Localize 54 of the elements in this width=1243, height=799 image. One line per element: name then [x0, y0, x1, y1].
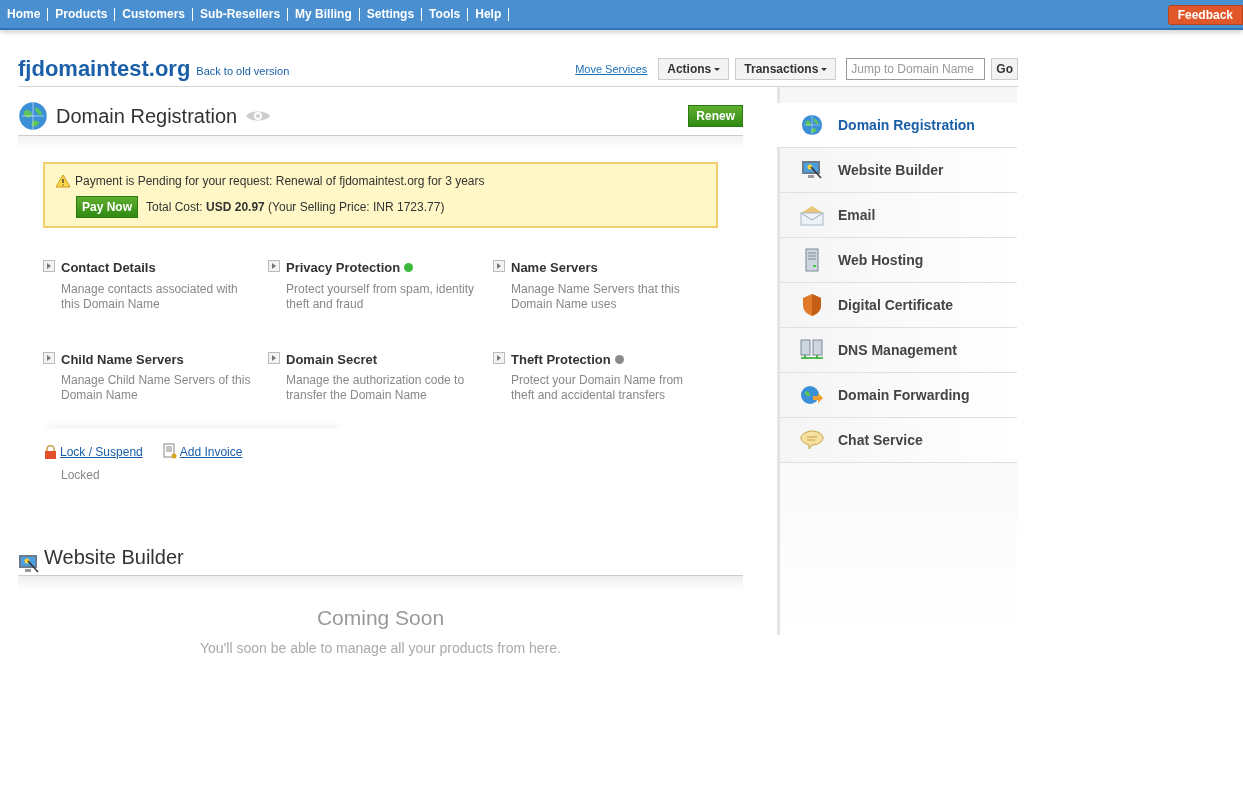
coming-soon-heading: Coming Soon [316, 605, 445, 631]
pay-now-button[interactable]: Pay Now [76, 196, 138, 218]
total-cost-text: Total Cost: USD 20.97 (Your Selling Price: INR 1723.77) [146, 199, 445, 216]
option-description: Protect your Domain Name from theft and accidental transfers [511, 373, 685, 403]
option-title[interactable]: Name Servers [511, 258, 598, 278]
padlock-icon [44, 445, 57, 459]
sidebar-item[interactable]: Domain Forwarding [780, 373, 1017, 418]
option-title[interactable]: Domain Secret [286, 349, 378, 369]
transactions-dropdown[interactable]: Transactions [735, 58, 837, 80]
lock-suspend-link[interactable]: Lock / Suspend [60, 443, 143, 461]
invoice-icon [162, 443, 177, 459]
option-title[interactable]: Child Name Servers [61, 349, 184, 369]
lock-status: Locked [61, 467, 101, 484]
section-title: Domain Registration [56, 104, 238, 129]
go-button[interactable]: Go [991, 58, 1018, 80]
globe-icon [801, 114, 823, 136]
speech-bubble-icon [800, 429, 824, 451]
sidebar-item[interactable]: Email [780, 193, 1017, 238]
coming-soon-text: You'll soon be able to manage all your products from here. [200, 638, 561, 658]
add-invoice-link[interactable]: Add Invoice [179, 443, 243, 461]
domain-title: fjdomaintest.org [18, 58, 191, 80]
shield-icon [801, 293, 823, 317]
caret-icon [821, 67, 828, 71]
network-servers-icon [800, 339, 824, 361]
caret-icon [714, 67, 721, 71]
sidebar-item[interactable]: Domain Registration [777, 103, 1017, 148]
option-description: Manage contacts associated with this Domain Name [61, 281, 239, 312]
feedback-button[interactable]: Feedback [1167, 4, 1243, 25]
sidebar-item[interactable]: Web Hosting [780, 238, 1017, 283]
section-title: Website Builder [44, 545, 184, 570]
monitor-icon [801, 159, 823, 181]
envelope-icon [800, 204, 824, 226]
server-icon [804, 248, 820, 272]
sidebar-item[interactable]: Website Builder [780, 148, 1017, 193]
sidebar-item[interactable]: DNS Management [780, 328, 1017, 373]
warning-icon [55, 174, 71, 188]
back-link[interactable]: Back to old version [196, 62, 290, 79]
monitor-icon [18, 553, 40, 575]
sidebar-item[interactable]: Digital Certificate [780, 283, 1017, 328]
option-title[interactable]: Theft Protection [511, 349, 611, 369]
move-services-link[interactable]: Move Services [575, 60, 648, 78]
globe-arrow-icon [800, 384, 824, 406]
renew-button[interactable]: Renew [688, 105, 743, 127]
option-title[interactable]: Contact Details [61, 258, 156, 278]
jump-to-domain-field[interactable]: Jump to Domain Name [846, 58, 986, 80]
actions-dropdown[interactable]: Actions [658, 58, 730, 80]
sidebar-item[interactable]: Chat Service [780, 418, 1017, 463]
option-title[interactable]: Privacy Protection [286, 258, 401, 278]
option-description: Protect yourself from spam, identity theft and fraud [286, 281, 476, 312]
globe-icon [18, 101, 48, 131]
option-description: Manage the authorization code to transfer the Domain Name [286, 373, 466, 403]
option-description: Manage Name Servers that this Domain Name uses [511, 281, 681, 312]
alert-message: Payment is Pending for your request: Renewal of fjdomaintest.org for 3 years [75, 173, 485, 190]
option-description: Manage Child Name Servers of this Domain Name [61, 373, 251, 403]
